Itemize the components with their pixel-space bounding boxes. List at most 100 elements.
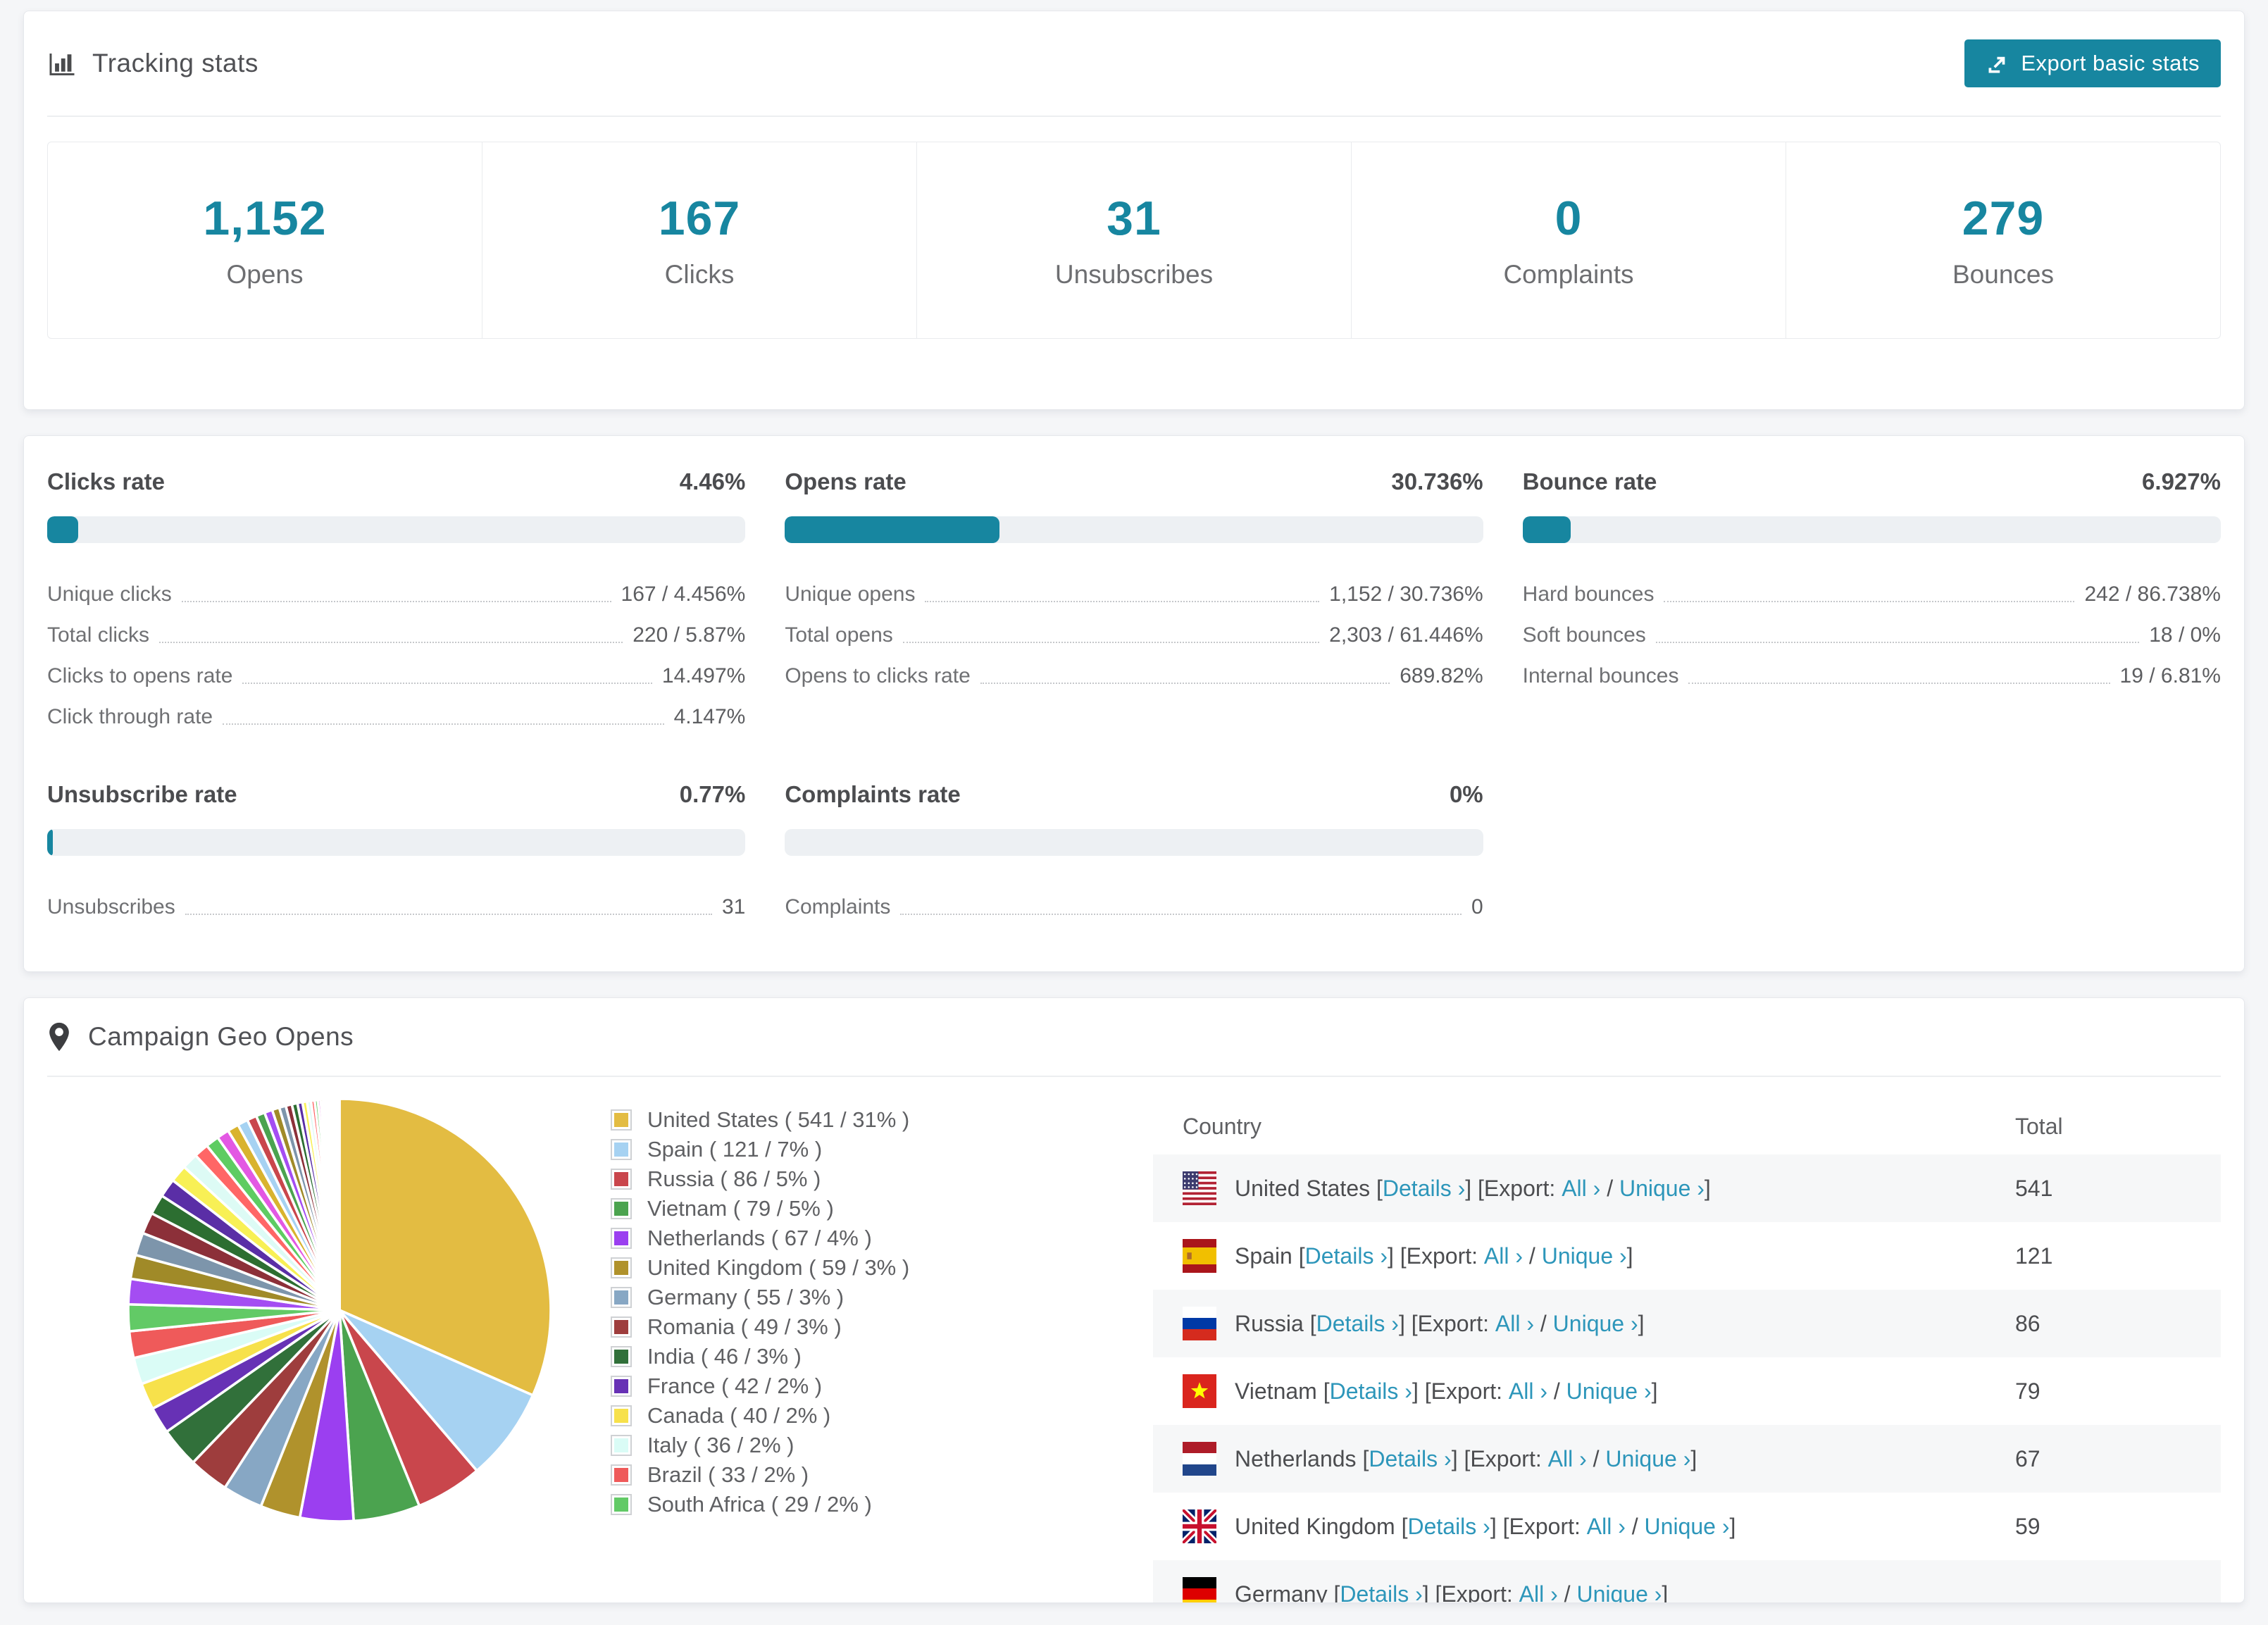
legend-item-vietnam: Vietnam ( 79 / 5% ) (611, 1194, 1104, 1224)
legend-item-italy: Italy ( 36 / 2% ) (611, 1431, 1104, 1460)
tracking-stats-header: Tracking stats Export basic stats (47, 11, 2221, 117)
export-all-link[interactable]: All › (1587, 1514, 1626, 1540)
bracket-text: [ (1328, 1581, 1340, 1604)
export-all-link[interactable]: All › (1509, 1378, 1547, 1405)
export-unique-link[interactable]: Unique › (1576, 1581, 1662, 1604)
details-link[interactable]: Details › (1340, 1581, 1422, 1604)
legend-label: South Africa ( 29 / 2% ) (647, 1492, 872, 1517)
export-all-link[interactable]: All › (1495, 1311, 1534, 1337)
flag-ru-icon (1183, 1307, 1216, 1340)
rate-detail-row: Unique clicks167 / 4.456% (47, 568, 745, 609)
details-link[interactable]: Details › (1407, 1514, 1490, 1540)
bracket-text: ] (1662, 1581, 1668, 1604)
rate-head: Bounce rate6.927% (1523, 468, 2221, 495)
tracking-stats-title: Tracking stats (47, 49, 258, 78)
slash-text: / (1558, 1581, 1577, 1604)
rate-detail-row: Unsubscribes31 (47, 881, 745, 922)
rate-title: Bounce rate (1523, 468, 1657, 495)
dotted-leader (223, 723, 663, 725)
legend-swatch (611, 1139, 632, 1160)
details-link[interactable]: Details › (1369, 1446, 1451, 1472)
export-unique-link[interactable]: Unique › (1605, 1446, 1690, 1472)
export-unique-link[interactable]: Unique › (1542, 1243, 1627, 1269)
details-link[interactable]: Details › (1330, 1378, 1412, 1405)
bracket-text: ] [ (1412, 1378, 1431, 1405)
stat-label: Bounces (1952, 260, 2054, 289)
rate-detail-value: 18 / 0% (2149, 623, 2221, 650)
legend-item-france: France ( 42 / 2% ) (611, 1371, 1104, 1401)
stat-box-unsubscribes: 31Unsubscribes (917, 142, 1352, 338)
rate-title: Opens rate (785, 468, 906, 495)
column-header-country: Country (1183, 1114, 2015, 1140)
stat-box-clicks: 167Clicks (482, 142, 917, 338)
export-all-link[interactable]: All › (1548, 1446, 1587, 1472)
rate-progress-bar (785, 516, 1483, 543)
dotted-leader (980, 683, 1390, 684)
rate-progress-fill (47, 516, 78, 543)
legend-item-canada: Canada ( 40 / 2% ) (611, 1401, 1104, 1431)
rate-detail-row: Hard bounces242 / 86.738% (1523, 568, 2221, 609)
legend-item-united-kingdom: United Kingdom ( 59 / 3% ) (611, 1253, 1104, 1283)
spacer-text (1489, 1311, 1495, 1337)
details-link[interactable]: Details › (1383, 1176, 1465, 1202)
dotted-leader (185, 914, 712, 915)
stat-label: Clicks (665, 260, 735, 289)
country-cell: United States [Details ›] [Export: All ›… (1183, 1171, 2015, 1205)
legend-swatch (611, 1435, 632, 1456)
flag-gb-icon (1183, 1509, 1216, 1543)
flag-es-icon (1183, 1239, 1216, 1273)
legend-swatch-fill (614, 1113, 628, 1127)
export-unique-link[interactable]: Unique › (1619, 1176, 1705, 1202)
legend-swatch (611, 1198, 632, 1219)
country-total: 79 (2015, 1378, 2191, 1405)
table-row-es: Spain [Details ›] [Export: All › / Uniqu… (1153, 1222, 2221, 1290)
export-prefix: Export: (1509, 1514, 1581, 1540)
export-prefix: Export: (1441, 1581, 1512, 1604)
rate-progress-bar (47, 829, 745, 856)
details-link[interactable]: Details › (1305, 1243, 1388, 1269)
column-header-total: Total (2015, 1114, 2191, 1140)
map-pin-icon (47, 1021, 71, 1052)
legend-label: Vietnam ( 79 / 5% ) (647, 1196, 834, 1221)
stat-box-complaints: 0Complaints (1352, 142, 1786, 338)
country-total: 86 (2015, 1311, 2191, 1337)
export-unique-link[interactable]: Unique › (1553, 1311, 1638, 1337)
rate-value: 0.77% (680, 781, 746, 808)
legend-label: Netherlands ( 67 / 4% ) (647, 1226, 872, 1251)
legend-swatch-fill (614, 1438, 628, 1452)
legend-label: United Kingdom ( 59 / 3% ) (647, 1255, 909, 1281)
legend-swatch (611, 1257, 632, 1278)
dotted-leader (182, 601, 611, 602)
export-all-link[interactable]: All › (1519, 1581, 1558, 1604)
country-total: 59 (2015, 1514, 2191, 1540)
rate-detail-row: Clicks to opens rate14.497% (47, 650, 745, 691)
legend-item-brazil: Brazil ( 33 / 2% ) (611, 1460, 1104, 1490)
bracket-text: ] (1627, 1243, 1633, 1269)
legend-swatch (611, 1228, 632, 1249)
rate-detail-row: Total clicks220 / 5.87% (47, 609, 745, 650)
country-cell: Spain [Details ›] [Export: All › / Uniqu… (1183, 1239, 2015, 1273)
export-all-link[interactable]: All › (1484, 1243, 1523, 1269)
flag-nl-icon (1183, 1442, 1216, 1476)
legend-item-united-states: United States ( 541 / 31% ) (611, 1105, 1104, 1135)
rate-title: Clicks rate (47, 468, 165, 495)
legend-label: France ( 42 / 2% ) (647, 1374, 822, 1399)
export-unique-link[interactable]: Unique › (1645, 1514, 1730, 1540)
rate-detail-label: Total clicks (47, 623, 149, 650)
table-row-nl: Netherlands [Details ›] [Export: All › /… (1153, 1425, 2221, 1493)
bracket-text: ] (1705, 1176, 1711, 1202)
rate-detail-row: Total opens2,303 / 61.446% (785, 609, 1483, 650)
export-unique-link[interactable]: Unique › (1566, 1378, 1652, 1405)
export-all-link[interactable]: All › (1562, 1176, 1600, 1202)
tracking-stats-card: Tracking stats Export basic stats 1,152O… (23, 11, 2245, 410)
rate-title: Unsubscribe rate (47, 781, 237, 808)
legend-item-spain: Spain ( 121 / 7% ) (611, 1135, 1104, 1164)
dotted-leader (900, 914, 1462, 915)
rate-detail-row: Unique opens1,152 / 30.736% (785, 568, 1483, 609)
rate-detail-label: Total opens (785, 623, 892, 650)
export-basic-stats-button[interactable]: Export basic stats (1964, 39, 2221, 87)
legend-item-netherlands: Netherlands ( 67 / 4% ) (611, 1224, 1104, 1253)
details-link[interactable]: Details › (1316, 1311, 1399, 1337)
campaign-geo-opens-header: Campaign Geo Opens (47, 998, 2221, 1077)
bracket-text: ] (1638, 1311, 1645, 1337)
